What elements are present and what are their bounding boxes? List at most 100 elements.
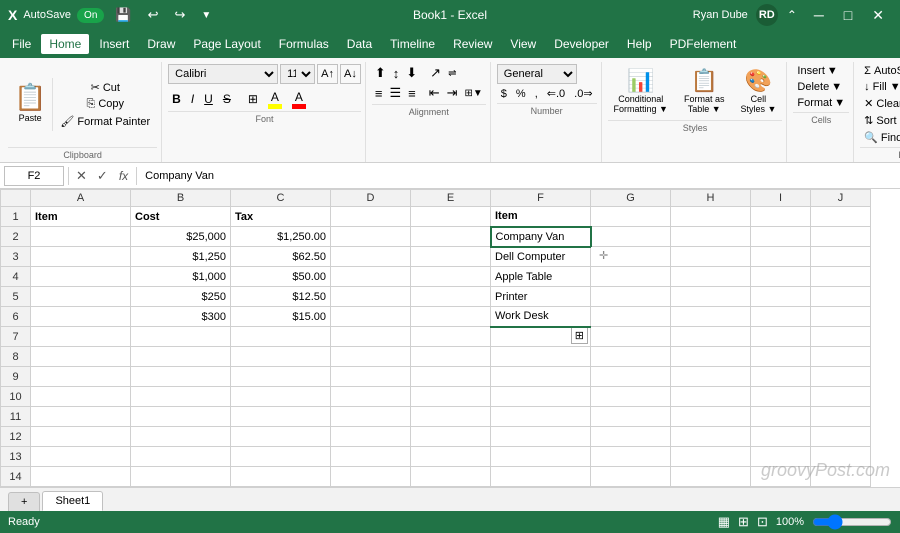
comma-button[interactable]: , xyxy=(531,86,542,101)
paste-button[interactable]: 📋 Paste xyxy=(8,78,53,131)
font-color-button[interactable]: A xyxy=(288,89,310,109)
cell-e7[interactable] xyxy=(411,327,491,347)
cell-h9[interactable] xyxy=(671,367,751,387)
layout-preview-button[interactable]: ⊡ xyxy=(757,514,768,530)
cell-h13[interactable] xyxy=(671,447,751,467)
conditional-formatting-button[interactable]: 📊 ConditionalFormatting ▼ xyxy=(608,64,674,118)
cell-j5[interactable] xyxy=(811,287,871,307)
cell-g6[interactable] xyxy=(591,307,671,327)
find-select-button[interactable]: 🔍 Find & Select ▼ xyxy=(860,130,900,145)
font-name-select[interactable]: Calibri xyxy=(168,64,278,84)
bold-button[interactable]: B xyxy=(168,89,185,109)
cell-b11[interactable] xyxy=(131,407,231,427)
italic-button[interactable]: I xyxy=(187,89,198,109)
cell-a12[interactable] xyxy=(31,427,131,447)
cell-b1[interactable]: Cost xyxy=(131,207,231,227)
cell-b7[interactable] xyxy=(131,327,231,347)
cell-a7[interactable] xyxy=(31,327,131,347)
cell-f4[interactable]: Apple Table xyxy=(491,267,591,287)
maximize-button[interactable]: □ xyxy=(836,5,860,25)
cell-e8[interactable] xyxy=(411,347,491,367)
delete-button[interactable]: Delete ▼ xyxy=(793,80,849,94)
cell-d8[interactable] xyxy=(331,347,411,367)
zoom-slider[interactable] xyxy=(812,514,892,530)
cell-h12[interactable] xyxy=(671,427,751,447)
cell-c4[interactable]: $50.00 xyxy=(231,267,331,287)
cell-b8[interactable] xyxy=(131,347,231,367)
cell-c14[interactable] xyxy=(231,467,331,487)
row-header-13[interactable]: 13 xyxy=(1,447,31,467)
cell-c2[interactable]: $1,250.00 xyxy=(231,227,331,247)
cell-i10[interactable] xyxy=(751,387,811,407)
cell-b12[interactable] xyxy=(131,427,231,447)
cell-b14[interactable] xyxy=(131,467,231,487)
cell-i12[interactable] xyxy=(751,427,811,447)
cell-f10[interactable] xyxy=(491,387,591,407)
cell-j3[interactable] xyxy=(811,247,871,267)
cell-f14[interactable] xyxy=(491,467,591,487)
cell-a3[interactable] xyxy=(31,247,131,267)
row-header-5[interactable]: 5 xyxy=(1,287,31,307)
autosave-toggle[interactable]: On xyxy=(77,8,104,23)
cell-c7[interactable] xyxy=(231,327,331,347)
col-header-h[interactable]: H xyxy=(671,190,751,207)
cell-j12[interactable] xyxy=(811,427,871,447)
font-size-increase-button[interactable]: A↑ xyxy=(317,64,338,84)
col-header-f[interactable]: F xyxy=(491,190,591,207)
cell-f12[interactable] xyxy=(491,427,591,447)
format-button[interactable]: Format ▼ xyxy=(793,96,849,110)
cell-f6[interactable]: Work Desk xyxy=(491,307,591,327)
cell-d6[interactable] xyxy=(331,307,411,327)
cell-d5[interactable] xyxy=(331,287,411,307)
align-bottom-button[interactable]: ⬇ xyxy=(403,64,420,82)
cell-i3[interactable] xyxy=(751,247,811,267)
row-header-3[interactable]: 3 xyxy=(1,247,31,267)
cell-c9[interactable] xyxy=(231,367,331,387)
cell-c1[interactable]: Tax xyxy=(231,207,331,227)
merge-center-button[interactable]: ⊞▼ xyxy=(462,87,486,100)
cell-h1[interactable] xyxy=(671,207,751,227)
cell-e11[interactable] xyxy=(411,407,491,427)
menu-item-timeline[interactable]: Timeline xyxy=(382,34,443,54)
percent-button[interactable]: % xyxy=(512,86,530,101)
cell-g3[interactable]: ✛ xyxy=(591,247,671,267)
customize-qat-button[interactable]: ▼ xyxy=(196,8,216,23)
cell-a5[interactable] xyxy=(31,287,131,307)
cell-i5[interactable] xyxy=(751,287,811,307)
cell-a1[interactable]: Item xyxy=(31,207,131,227)
cell-j13[interactable] xyxy=(811,447,871,467)
cell-e9[interactable] xyxy=(411,367,491,387)
row-header-8[interactable]: 8 xyxy=(1,347,31,367)
strikethrough-button[interactable]: S xyxy=(219,89,235,109)
cell-e13[interactable] xyxy=(411,447,491,467)
cell-a11[interactable] xyxy=(31,407,131,427)
number-format-select[interactable]: General xyxy=(497,64,577,84)
cell-h6[interactable] xyxy=(671,307,751,327)
increase-decimal-button[interactable]: .0⇒ xyxy=(570,86,596,101)
menu-item-data[interactable]: Data xyxy=(339,34,380,54)
cell-f3[interactable]: Dell Computer xyxy=(491,247,591,267)
cell-c5[interactable]: $12.50 xyxy=(231,287,331,307)
col-header-i[interactable]: I xyxy=(751,190,811,207)
cell-d2[interactable] xyxy=(331,227,411,247)
cell-a4[interactable] xyxy=(31,267,131,287)
font-size-select[interactable]: 11 xyxy=(280,64,315,84)
cell-j11[interactable] xyxy=(811,407,871,427)
cell-h8[interactable] xyxy=(671,347,751,367)
cell-g11[interactable] xyxy=(591,407,671,427)
col-header-e[interactable]: E xyxy=(411,190,491,207)
cell-i6[interactable] xyxy=(751,307,811,327)
copy-button[interactable]: ⎘ Copy xyxy=(57,97,153,112)
cell-a8[interactable] xyxy=(31,347,131,367)
underline-button[interactable]: U xyxy=(200,89,217,109)
cell-d14[interactable] xyxy=(331,467,411,487)
cell-h10[interactable] xyxy=(671,387,751,407)
clear-button[interactable]: ✕ Clear ▼ xyxy=(860,96,900,111)
cell-d11[interactable] xyxy=(331,407,411,427)
formula-input[interactable] xyxy=(141,170,896,182)
align-top-button[interactable]: ⬆ xyxy=(372,64,389,82)
cell-a10[interactable] xyxy=(31,387,131,407)
layout-page-button[interactable]: ⊞ xyxy=(738,514,749,530)
menu-item-home[interactable]: Home xyxy=(41,34,89,54)
cell-j7[interactable] xyxy=(811,327,871,347)
